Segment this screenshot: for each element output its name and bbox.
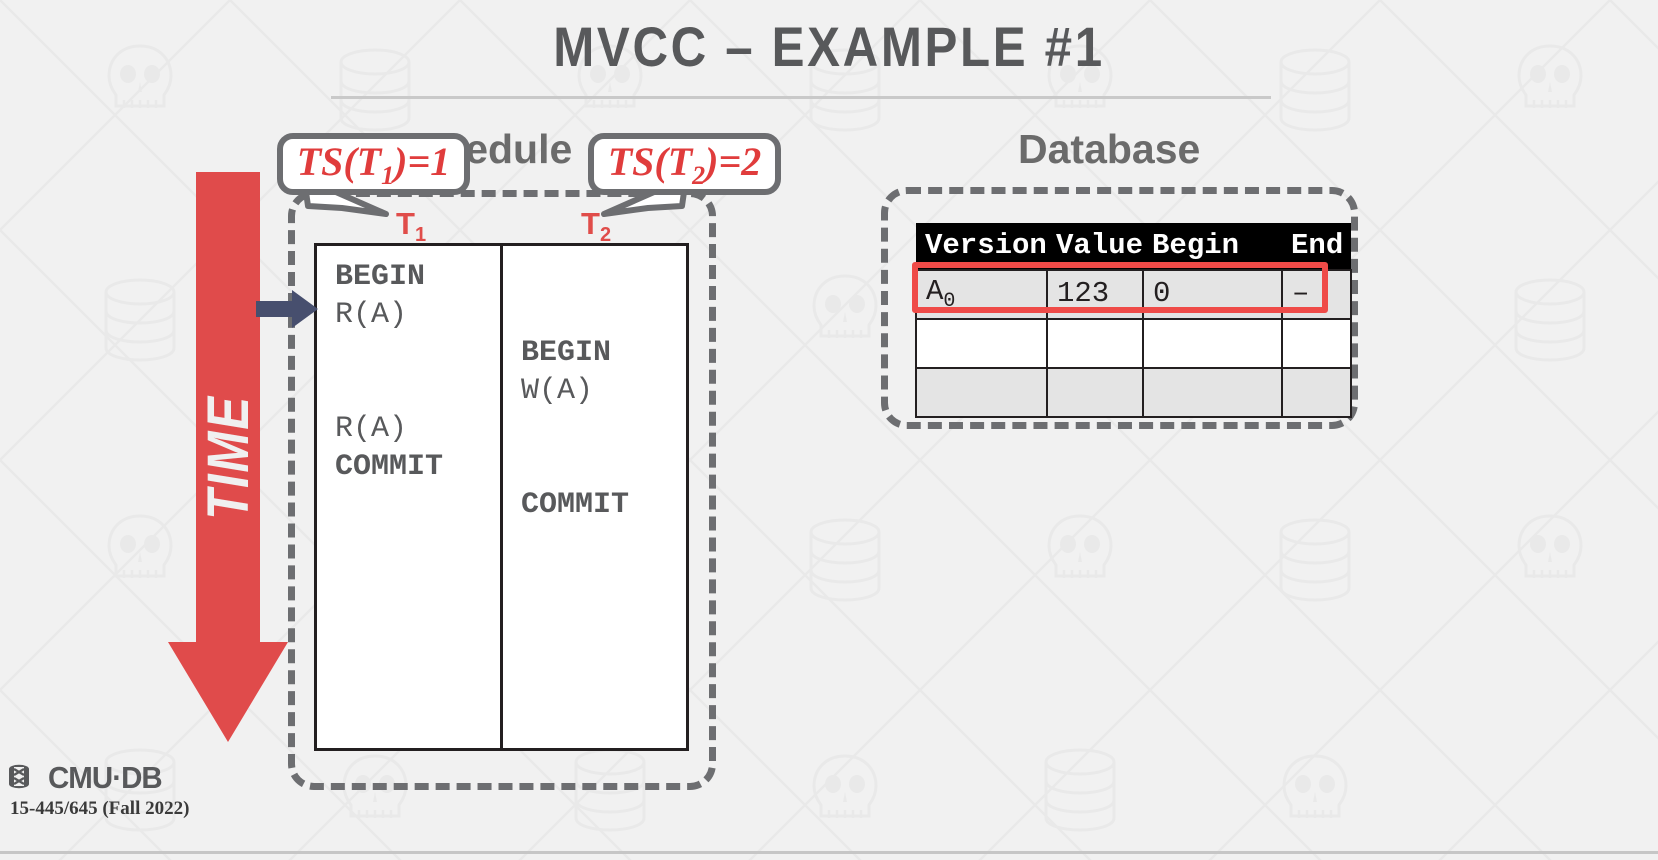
page-title: MVCC – EXAMPLE #1 [553, 15, 1105, 78]
cell-begin [1142, 318, 1284, 369]
column-header-begin: Begin [1143, 223, 1283, 270]
cell-end [1281, 367, 1353, 418]
table-header-row: Version Value Begin End [916, 223, 1352, 270]
cell-begin: 0 [1142, 269, 1284, 320]
schedule-op-blank [335, 372, 500, 410]
callout-1-prefix: TS(T [296, 138, 382, 184]
schedule-op: R(A) [335, 412, 408, 446]
schedule-op: BEGIN [521, 336, 612, 370]
schedule-op: BEGIN [335, 260, 426, 294]
schedule-op-blank [521, 448, 686, 486]
cell-version-text: A [926, 274, 944, 308]
transaction-label-t1: T1 [396, 206, 426, 247]
cell-begin [1142, 367, 1284, 418]
schedule-op: COMMIT [335, 450, 444, 484]
table-row [915, 367, 1353, 418]
callout-1-suffix: )=1 [394, 138, 451, 184]
cmu-db-logo-text: CMU·DB [47, 760, 163, 795]
schedule-column-t2: BEGIN W(A) COMMIT [503, 246, 686, 748]
callout-ts-t2-text: TS(T2)=2 [608, 138, 762, 191]
column-header-end: End [1282, 223, 1352, 270]
cell-version [915, 367, 1048, 418]
table-row: A0 123 0 – [915, 269, 1353, 320]
footer-branding: CMU·DB 15-445/645 (Fall 2022) [8, 760, 189, 820]
cell-end [1281, 318, 1353, 369]
schedule-op: R(A) [335, 298, 408, 332]
cell-version: A0 [915, 269, 1048, 320]
cell-end: – [1281, 269, 1353, 320]
t2-letter: T [581, 206, 600, 241]
schedule-op-blank [521, 410, 686, 448]
callout-1-subscript: 1 [381, 160, 395, 190]
callout-2-prefix: TS(T [607, 138, 693, 184]
title-divider [331, 96, 1271, 99]
column-header-value: Value [1047, 223, 1144, 270]
schedule-op-blank [335, 334, 500, 372]
t1-letter: T [396, 206, 415, 241]
schedule-op: COMMIT [521, 488, 630, 522]
callout-ts-t1-text: TS(T1)=1 [297, 138, 451, 191]
schedule-table: BEGIN R(A) R(A) COMMIT BEGIN W(A) COMMIT [314, 243, 689, 751]
database-cylinder-icon [9, 764, 29, 789]
schedule-op: W(A) [521, 374, 594, 408]
cell-version-subscript: 0 [943, 289, 956, 313]
database-heading: Database [1018, 126, 1201, 172]
column-header-version: Version [916, 223, 1047, 270]
cell-value [1045, 318, 1145, 369]
cell-version [915, 318, 1048, 369]
callout-ts-t2: TS(T2)=2 [588, 133, 781, 195]
table-row [915, 318, 1353, 369]
callout-2-subscript: 2 [692, 160, 706, 190]
schedule-column-t1: BEGIN R(A) R(A) COMMIT [317, 246, 503, 748]
slide-canvas: MVCC – EXAMPLE #1 Schedule Database TIME… [0, 0, 1658, 860]
callout-2-suffix: )=2 [705, 138, 762, 184]
version-table: Version Value Begin End A0 123 0 – [915, 223, 1353, 418]
cell-value [1045, 367, 1145, 418]
callout-ts-t1: TS(T1)=1 [277, 133, 470, 195]
schedule-op-blank [521, 296, 686, 334]
execution-pointer-arrow-icon [256, 290, 318, 328]
time-axis-arrow [168, 172, 288, 742]
cell-value: 123 [1045, 269, 1145, 320]
transaction-label-t2: T2 [581, 206, 611, 247]
schedule-op-blank [521, 258, 686, 296]
logo-row: CMU·DB [8, 760, 189, 796]
bottom-divider [0, 851, 1658, 854]
course-label: 15-445/645 (Fall 2022) [10, 798, 190, 819]
